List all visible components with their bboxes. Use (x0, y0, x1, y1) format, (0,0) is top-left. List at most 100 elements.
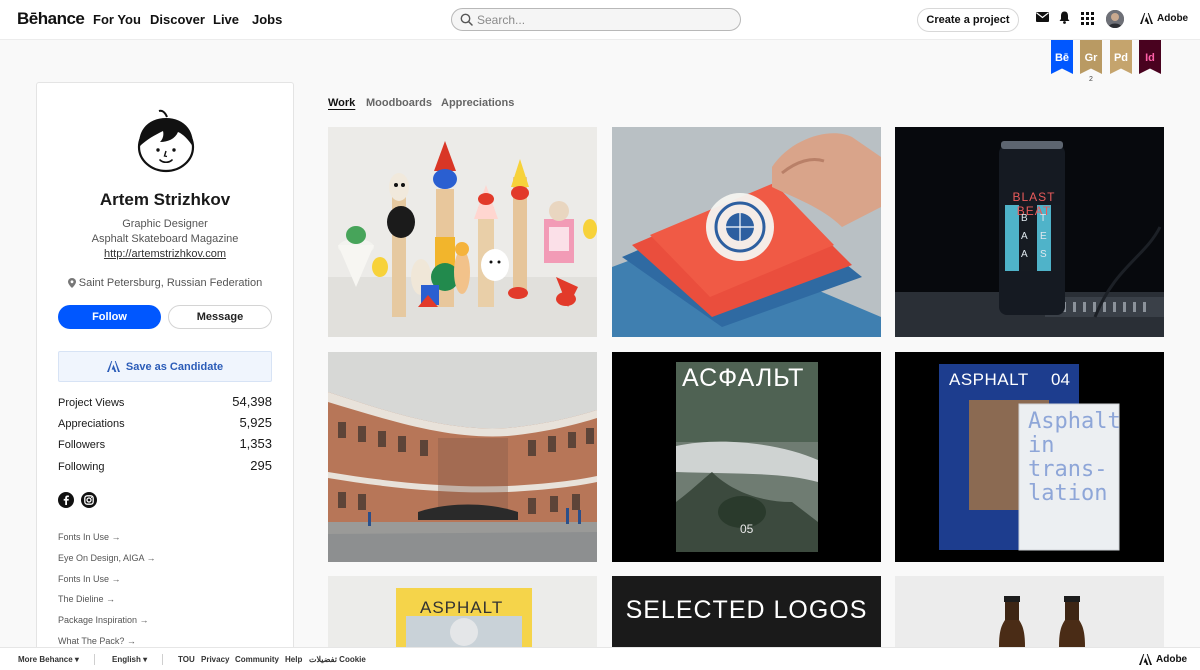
can-letter: S (1040, 249, 1047, 260)
translation-line: lation (1028, 481, 1108, 506)
asfalt-number: 05 (740, 522, 754, 536)
adobe-logo-icon (1140, 13, 1153, 24)
project-tile-selected-logos[interactable]: SELECTED LOGOS (612, 576, 881, 647)
project-image-building (328, 352, 597, 562)
adobe-talent-icon (106, 361, 120, 372)
profile-title: Graphic Designer (122, 218, 208, 230)
profile-card: Artem Strizhkov Graphic Designer Asphalt… (36, 82, 294, 670)
chevron-down-icon: ▾ (143, 655, 148, 664)
facebook-glyph (63, 495, 69, 505)
adobe-label: Adobe (1157, 13, 1189, 24)
stat-label: Followers (58, 439, 106, 451)
footer-more-label: More Behance (18, 655, 73, 664)
can-letter: B (1021, 213, 1028, 224)
asphalt-04-title: ASPHALT (949, 370, 1029, 389)
search-icon (460, 13, 473, 26)
stat-label: Project Views (58, 397, 125, 409)
nav-for-you[interactable]: For You (93, 12, 141, 27)
can-letter: A (1021, 249, 1028, 260)
chevron-down-icon: ▾ (74, 655, 79, 664)
footer-language-label: English (112, 655, 141, 664)
project-tile-bottles[interactable] (895, 576, 1164, 647)
search-box[interactable] (451, 8, 741, 31)
translation-line: Asphalt (1028, 409, 1121, 434)
external-link-what-the-pack[interactable]: What The Pack? → (58, 636, 136, 646)
stat-value: 54,398 (232, 394, 272, 409)
footer-more-behance[interactable]: More Behance ▾ (18, 655, 79, 664)
behance-logo[interactable]: Bēhance (17, 9, 85, 29)
location-pin-icon (67, 278, 76, 288)
nav-live[interactable]: Live (213, 12, 239, 27)
adobe-label: Adobe (1156, 654, 1188, 665)
footer-link-tou[interactable]: TOU (178, 655, 195, 664)
profile-name: Artem Strizhkov (99, 190, 231, 209)
footer-divider (162, 654, 163, 665)
top-navigation-bar: Bēhance For You Discover Live Jobs Creat… (0, 0, 1200, 40)
stat-value: 1,353 (239, 436, 272, 451)
profile-location: Saint Petersburg, Russian Federation (37, 277, 293, 289)
follow-button[interactable]: Follow (58, 305, 161, 329)
project-tile-booklets[interactable] (612, 127, 881, 337)
stat-appreciations: Appreciations 5,925 (58, 415, 272, 430)
can-letter: A (1021, 231, 1028, 242)
footer-link-help[interactable]: Help (285, 655, 302, 664)
adobe-logo-icon (1139, 654, 1152, 665)
apps-grid-icon[interactable] (1081, 12, 1094, 25)
project-tile-building[interactable] (328, 352, 597, 562)
facebook-icon[interactable] (58, 492, 74, 508)
profile-location-text: Saint Petersburg, Russian Federation (78, 277, 263, 289)
tab-moodboards[interactable]: Moodboards (366, 97, 432, 109)
project-image-booklets (612, 127, 881, 337)
message-button[interactable]: Message (168, 305, 272, 329)
instagram-icon[interactable] (81, 492, 97, 508)
can-letter: E (1040, 231, 1047, 242)
asphalt-yellow-title: ASPHALT (420, 598, 504, 617)
nav-jobs[interactable]: Jobs (252, 12, 282, 27)
translation-line: in (1028, 433, 1055, 458)
tab-appreciations[interactable]: Appreciations (441, 97, 514, 109)
footer-link-cookie[interactable]: تفضيلات Cookie (309, 655, 366, 664)
tab-work[interactable]: Work (328, 97, 355, 109)
can-brand-text: BLAST BEAT (1012, 190, 1056, 218)
footer-adobe-link[interactable]: Adobe (1139, 654, 1187, 665)
footer-link-community[interactable]: Community (235, 655, 279, 664)
external-link-eye-on-design[interactable]: Eye On Design, AIGA → (58, 553, 156, 563)
stat-following[interactable]: Following 295 (58, 458, 272, 473)
asphalt-04-number: 04 (1051, 370, 1070, 389)
badge-indesign[interactable]: Id (1139, 40, 1161, 74)
external-link-the-dieline[interactable]: The Dieline → (58, 594, 115, 604)
badge-behance[interactable]: Bē (1051, 40, 1073, 74)
profile-avatar[interactable] (135, 109, 197, 173)
external-link-fonts-in-use-2[interactable]: Fonts In Use → (58, 574, 121, 584)
footer: More Behance ▾ English ▾ TOU Privacy Com… (0, 647, 1200, 670)
project-tile-asphalt-04[interactable]: ASPHALT 04 Asphalt in trans- lation (895, 352, 1164, 562)
search-input[interactable] (477, 11, 732, 28)
stat-followers[interactable]: Followers 1,353 (58, 436, 272, 451)
bell-icon[interactable] (1059, 11, 1070, 24)
badge-product-design[interactable]: Pd (1110, 40, 1132, 74)
translation-text: Asphalt in trans- lation (1028, 410, 1121, 506)
external-link-package-inspiration[interactable]: Package Inspiration → (58, 615, 149, 625)
stat-label: Following (58, 461, 105, 473)
project-tile-wooden-toys[interactable] (328, 127, 597, 337)
can-letter: T (1040, 213, 1047, 224)
adobe-link[interactable]: Adobe (1140, 13, 1188, 24)
nav-discover[interactable]: Discover (150, 12, 205, 27)
footer-language-selector[interactable]: English ▾ (112, 655, 147, 664)
mail-icon[interactable] (1036, 12, 1049, 22)
stat-value: 5,925 (239, 415, 272, 430)
project-tile-asfalt-05[interactable]: АСФАЛЬТ 05 (612, 352, 881, 562)
profile-company: Asphalt Skateboard Magazine (91, 233, 239, 245)
translation-line: trans- (1028, 457, 1108, 482)
profile-website-link[interactable]: http://artemstrizhkov.com (37, 248, 293, 260)
external-link-fonts-in-use[interactable]: Fonts In Use → (58, 532, 121, 542)
user-avatar[interactable] (1106, 10, 1124, 28)
project-tile-blast-beat-can[interactable]: BLAST BEAT B E A S A T (895, 127, 1164, 337)
create-project-button[interactable]: Create a project (917, 8, 1019, 32)
save-as-candidate-label: Save as Candidate (125, 360, 224, 373)
project-image-blast-beat-can (895, 127, 1164, 337)
project-tile-asphalt-yellow[interactable]: ASPHALT (328, 576, 597, 647)
save-as-candidate-button[interactable]: Save as Candidate (58, 351, 272, 382)
footer-link-privacy[interactable]: Privacy (201, 655, 229, 664)
badge-graphic-design[interactable]: Gr (1080, 40, 1102, 74)
